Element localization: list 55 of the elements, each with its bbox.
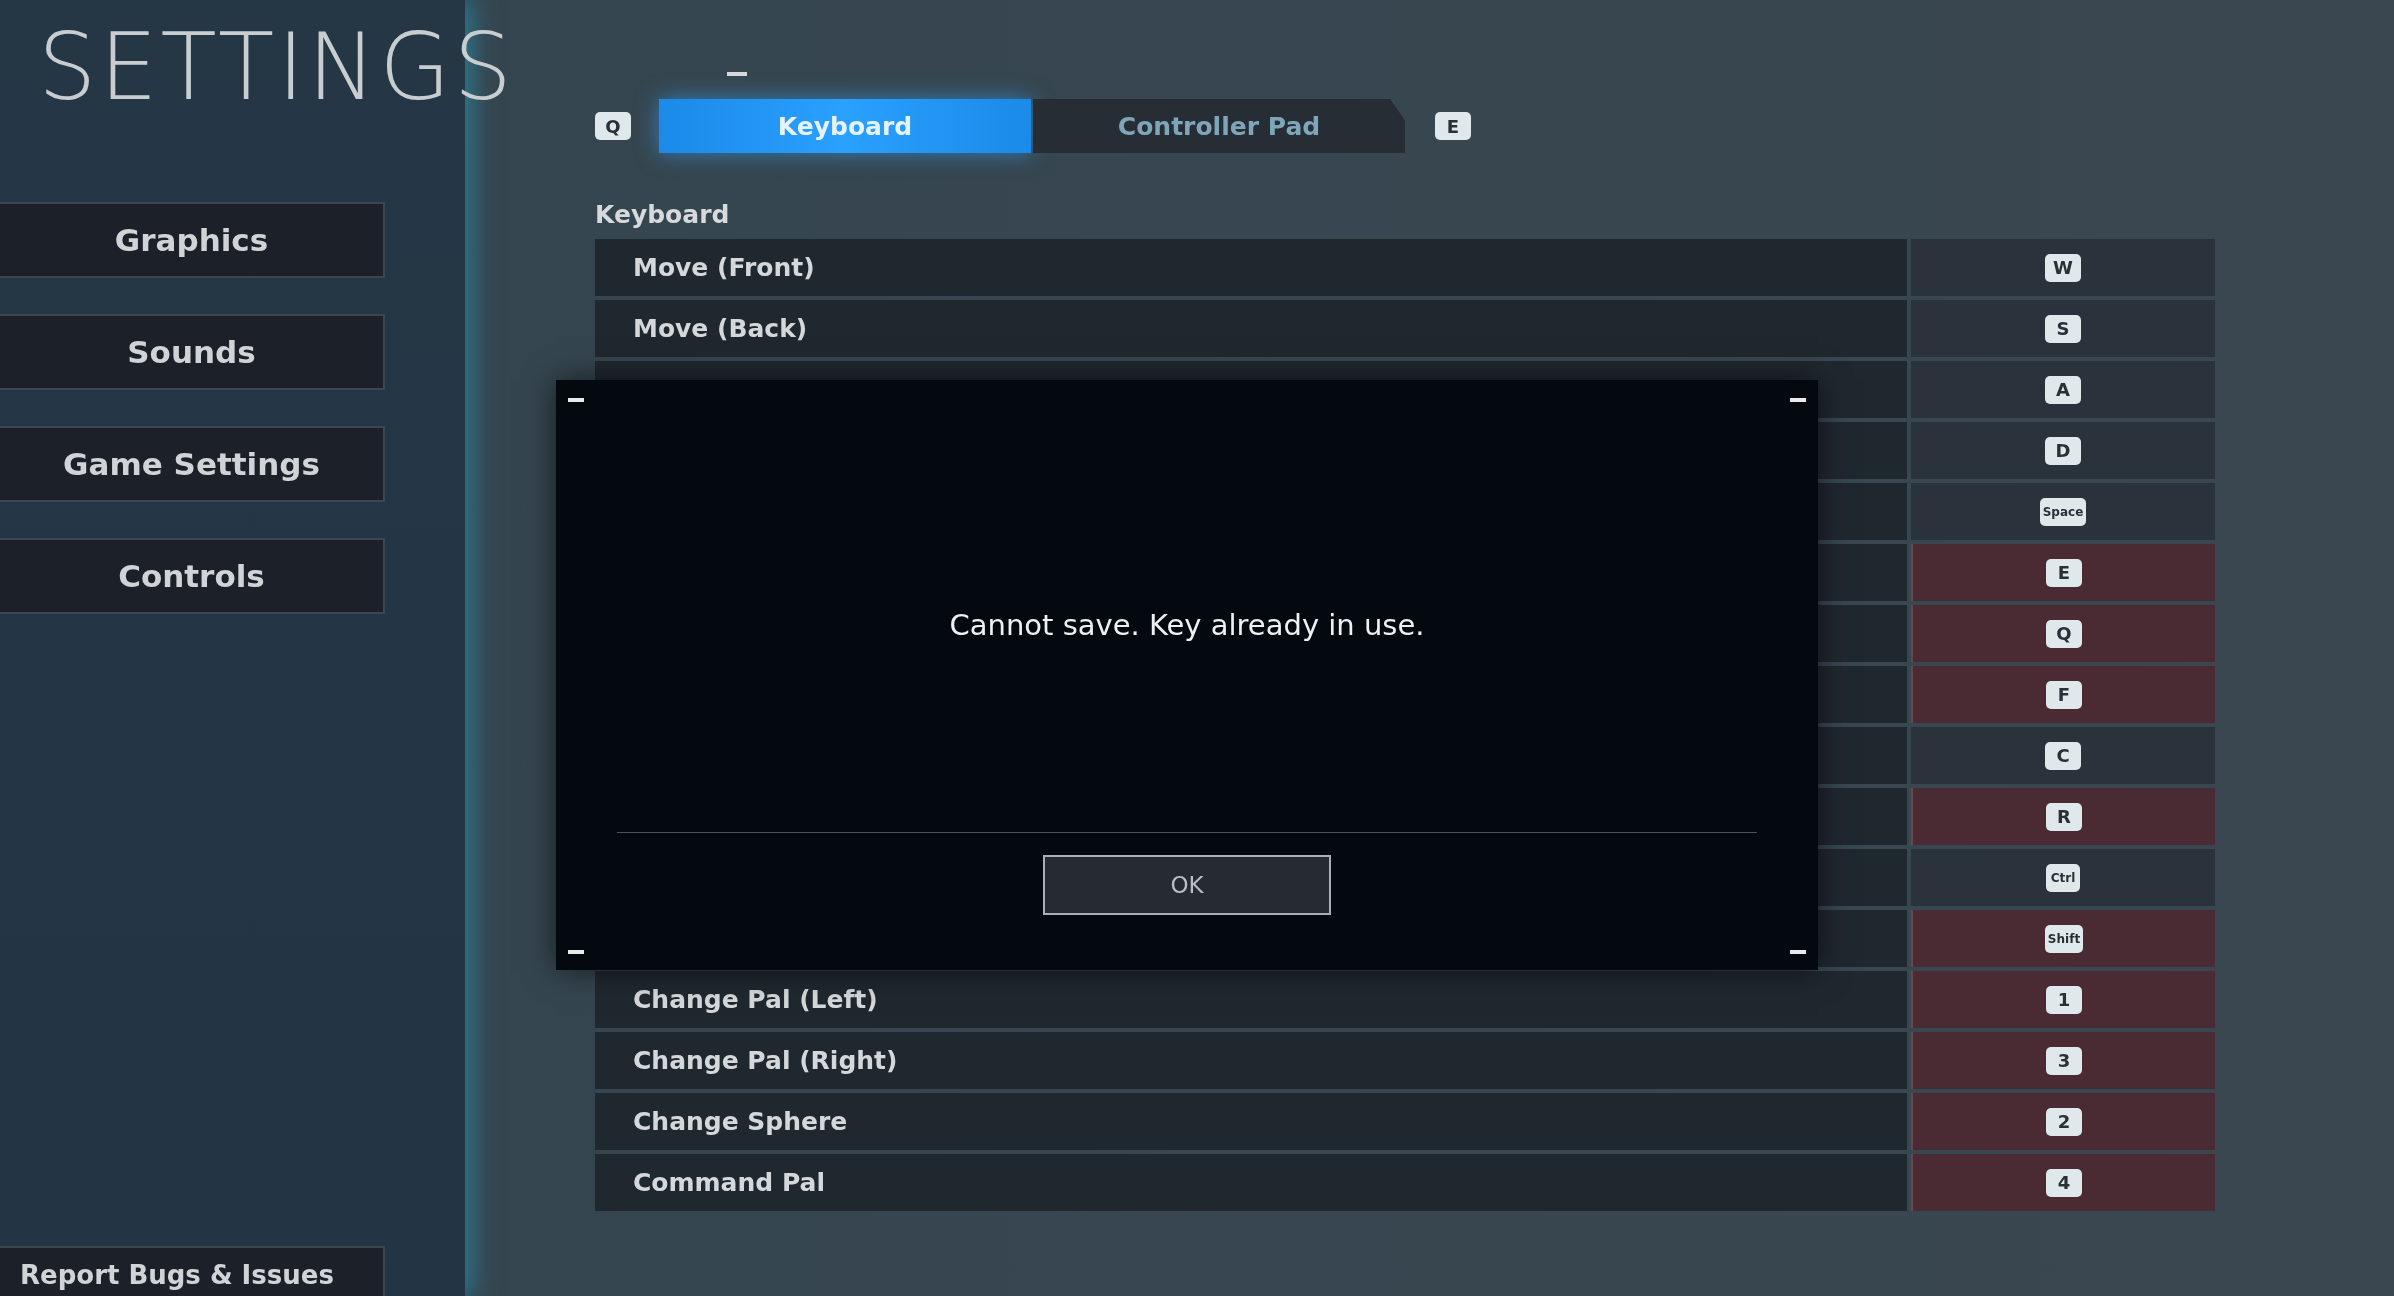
key-cap: S <box>2045 314 2081 343</box>
menu-button[interactable]: Sounds <box>0 314 385 390</box>
key-binding-cell[interactable]: W <box>1911 239 2215 296</box>
key-binding-cell[interactable]: C <box>1911 727 2215 784</box>
action-label: Change Pal (Right) <box>595 1032 1907 1089</box>
report-button[interactable]: Report Bugs & Issues <box>0 1246 385 1296</box>
key-binding-cell[interactable]: 4 <box>1911 1154 2215 1211</box>
key-cap: 4 <box>2046 1168 2082 1197</box>
corner-mark <box>1790 950 1806 954</box>
corner-mark <box>568 398 584 402</box>
key-binding-cell[interactable]: E <box>1911 544 2215 601</box>
key-binding-cell[interactable]: S <box>1911 300 2215 357</box>
menu-button[interactable]: Game Settings <box>0 426 385 502</box>
menu-button[interactable]: Controls <box>0 538 385 614</box>
corner-mark <box>1790 398 1806 402</box>
key-hint: Q <box>595 112 631 140</box>
key-cap: R <box>2046 802 2082 831</box>
key-cap: Q <box>2046 619 2082 648</box>
key-cap: 3 <box>2046 1046 2082 1075</box>
dash-mark <box>727 72 747 76</box>
key-cap: A <box>2045 375 2081 404</box>
key-binding-cell[interactable]: Ctrl <box>1911 849 2215 906</box>
key-hint: E <box>1435 112 1471 140</box>
key-cap: D <box>2045 436 2081 465</box>
action-label: Move (Front) <box>595 239 1907 296</box>
key-cap: E <box>2046 558 2082 587</box>
key-binding-cell[interactable]: 1 <box>1911 971 2215 1028</box>
key-cap: Space <box>2039 497 2087 526</box>
section-heading: Keyboard <box>595 200 731 229</box>
page-title: SETTINGS <box>38 22 515 114</box>
menu-button[interactable]: Graphics <box>0 202 385 278</box>
key-binding-cell[interactable]: Shift <box>1911 910 2215 967</box>
key-binding-cell[interactable]: 3 <box>1911 1032 2215 1089</box>
key-binding-cell[interactable]: F <box>1911 666 2215 723</box>
key-cap: C <box>2045 741 2081 770</box>
key-binding-cell[interactable]: Space <box>1911 483 2215 540</box>
action-label: Command Pal <box>595 1154 1907 1211</box>
key-cap: F <box>2046 680 2082 709</box>
key-cap: Ctrl <box>2046 863 2080 892</box>
key-cap: 1 <box>2046 985 2082 1014</box>
key-binding-cell[interactable]: 2 <box>1911 1093 2215 1150</box>
dialog-message: Cannot save. Key already in use. <box>949 608 1425 642</box>
action-label: Change Pal (Left) <box>595 971 1907 1028</box>
ok-button[interactable]: OK <box>1043 855 1331 915</box>
key-binding-cell[interactable]: Q <box>1911 605 2215 662</box>
key-binding-cell[interactable]: A <box>1911 361 2215 418</box>
tab[interactable]: Controller Pad <box>1033 99 1405 153</box>
corner-mark <box>568 950 584 954</box>
key-binding-cell[interactable]: R <box>1911 788 2215 845</box>
action-label: Move (Back) <box>595 300 1907 357</box>
key-cap: 2 <box>2046 1107 2082 1136</box>
key-cap: W <box>2045 253 2081 282</box>
action-label: Change Sphere <box>595 1093 1907 1150</box>
key-cap: Shift <box>2044 924 2084 953</box>
key-binding-cell[interactable]: D <box>1911 422 2215 479</box>
